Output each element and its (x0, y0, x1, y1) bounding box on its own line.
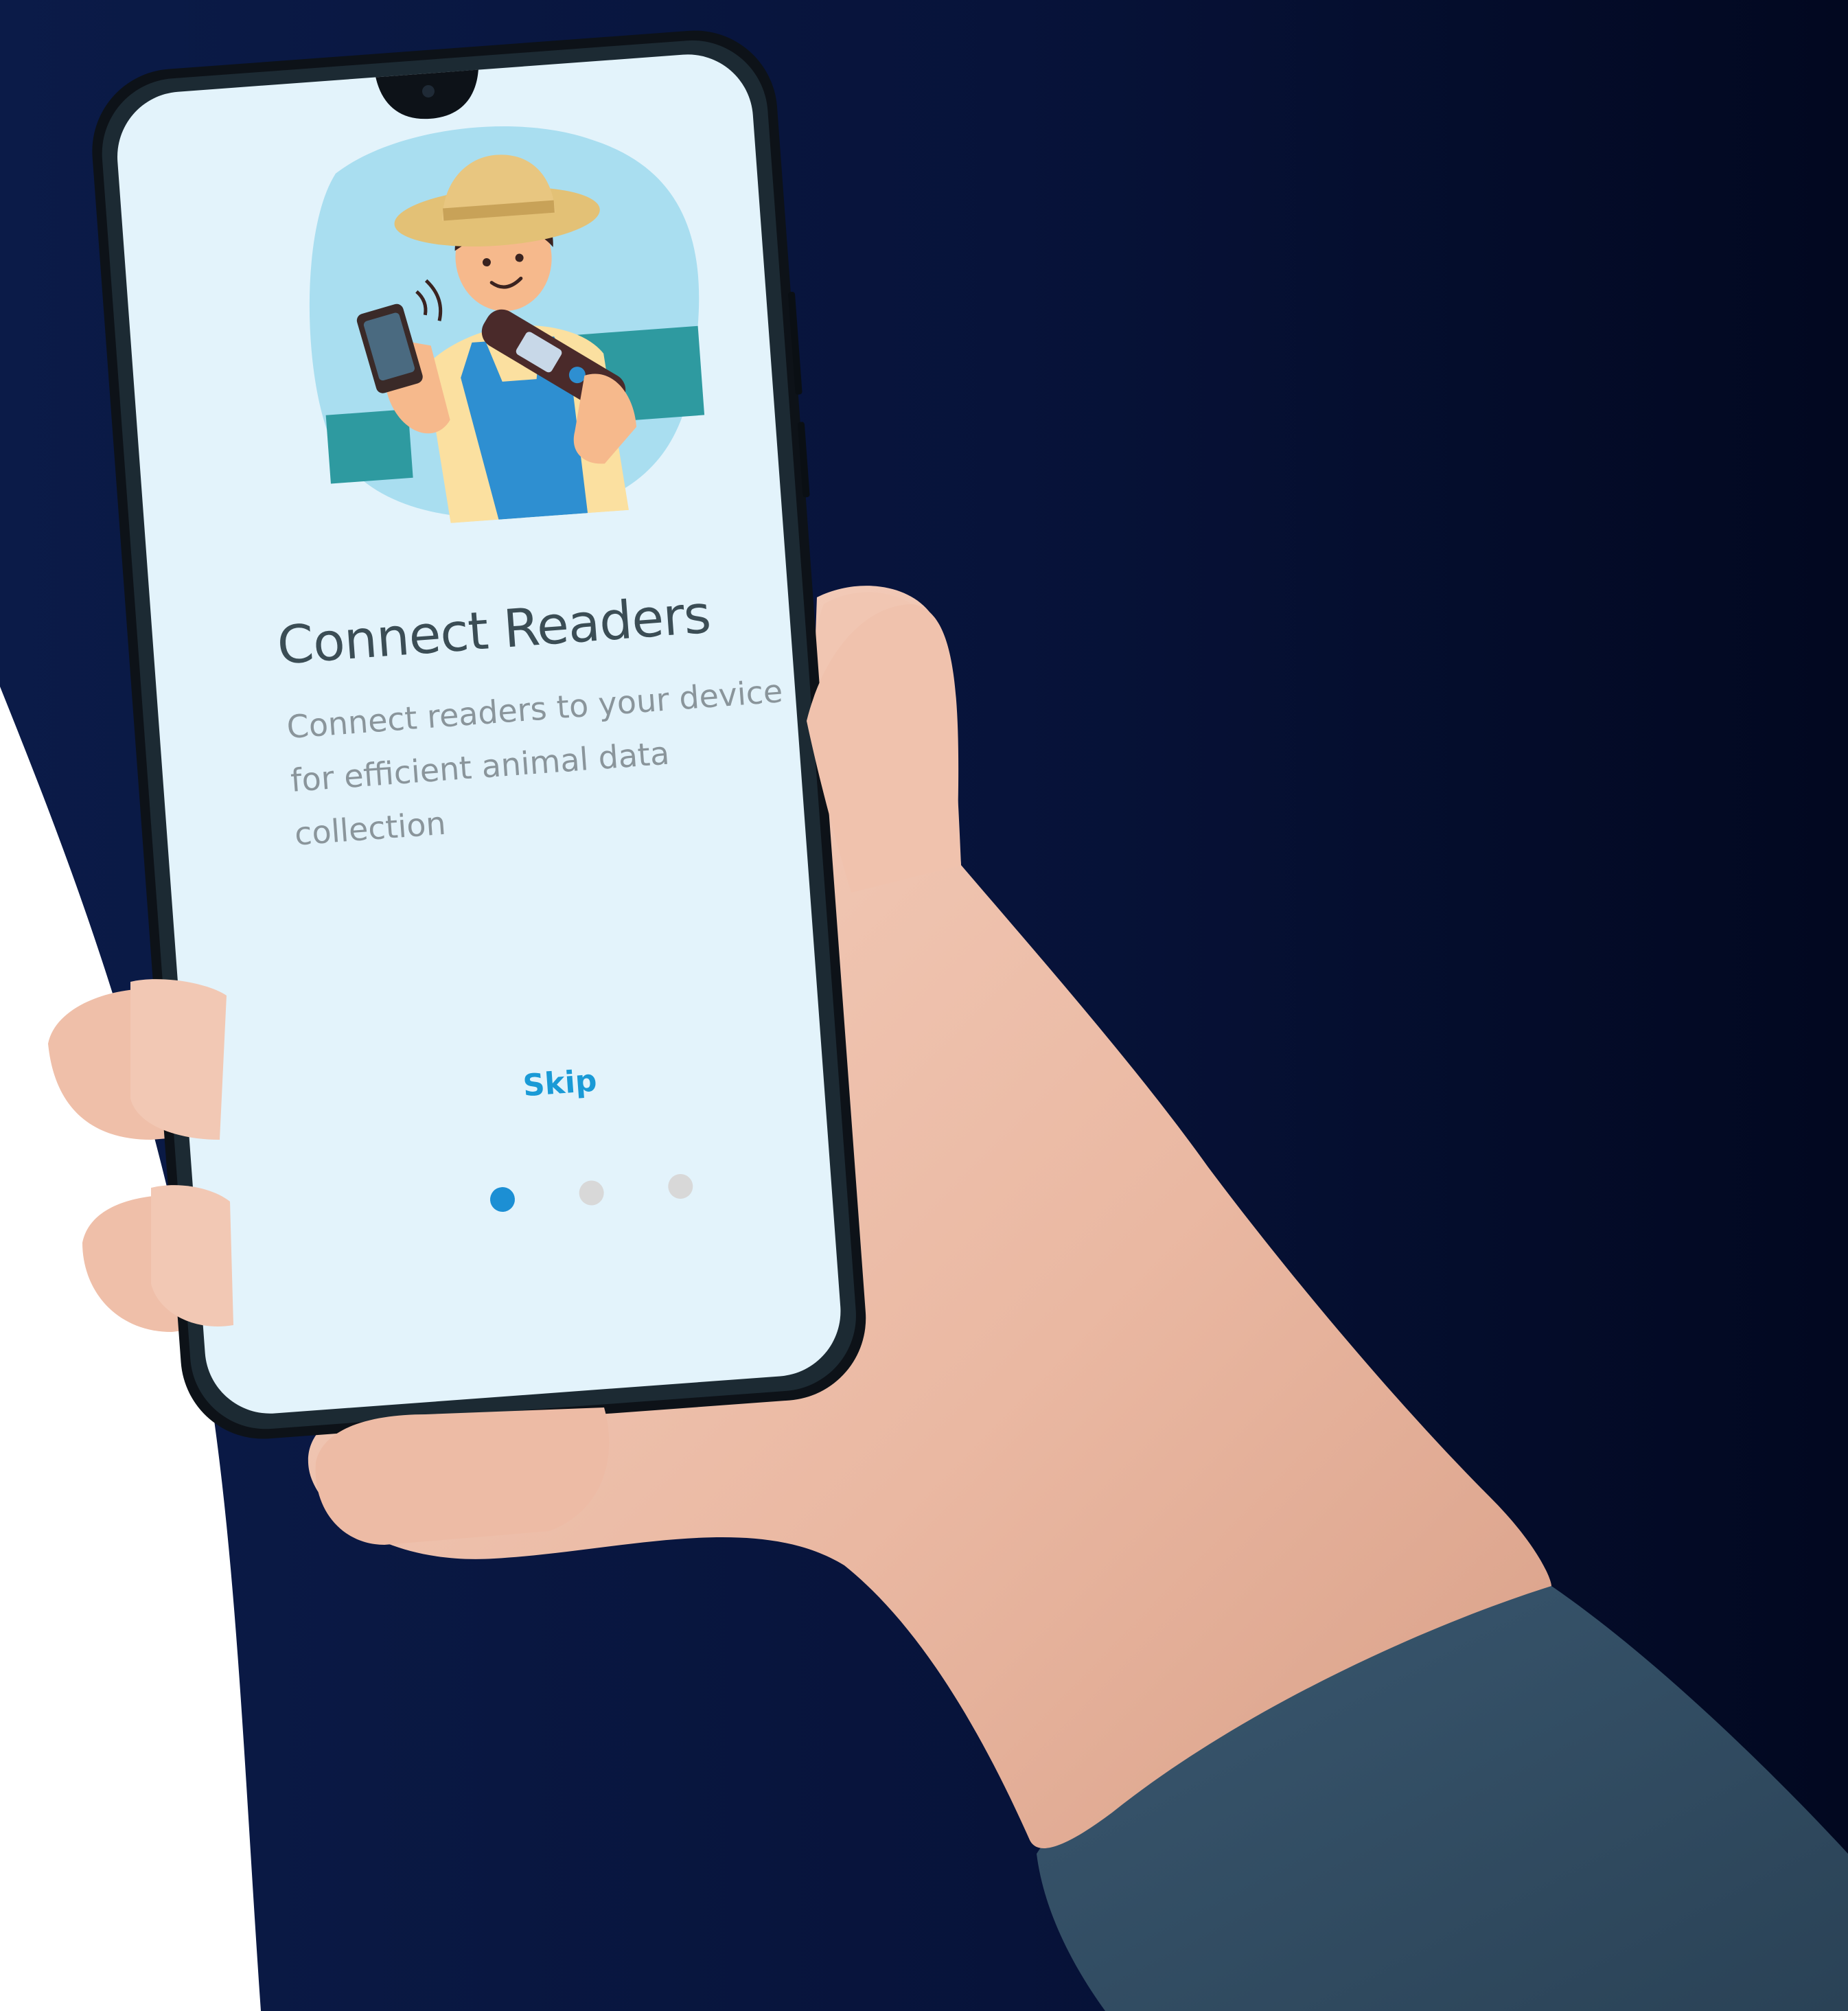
page-title: Connect Readers (275, 583, 713, 676)
skip-button[interactable]: Skip (522, 1064, 598, 1104)
page-dot-2[interactable] (578, 1180, 605, 1206)
finger-front-2 (151, 1185, 233, 1326)
page-indicator (489, 1173, 698, 1229)
onboarding-screen: Connect Readers Connect readers to your … (172, 49, 908, 1363)
page-dot-3[interactable] (667, 1173, 694, 1200)
farmer-scanning-icon (291, 99, 725, 533)
page-dot-1[interactable] (489, 1186, 516, 1213)
page-description: Connect readers to your device for effic… (285, 672, 784, 853)
promo-scene: Connect Readers Connect readers to your … (0, 0, 1848, 2011)
finger-front-1 (130, 979, 227, 1140)
